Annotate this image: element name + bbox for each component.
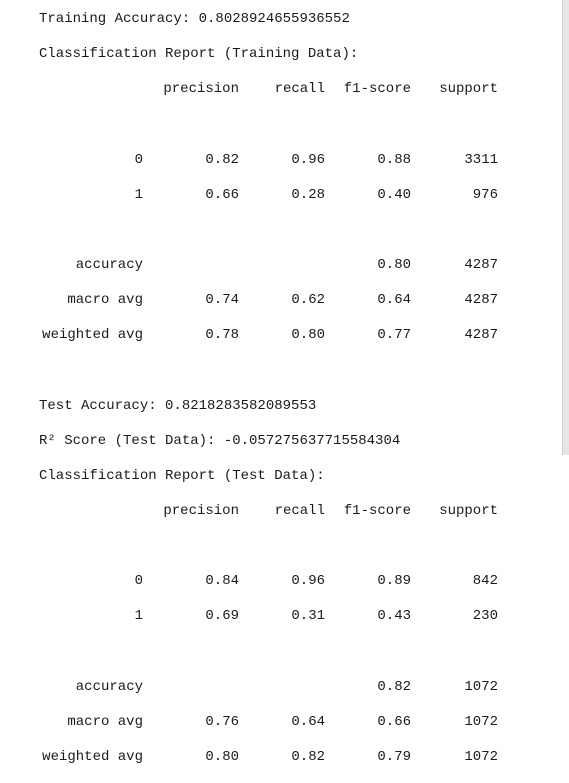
header-f1-score: f1-score [343,81,411,98]
cell-recall: 0.64 [291,713,325,730]
test-row-class-0: 0 0.84 0.96 0.89 842 [39,572,498,591]
cell-f1: 0.89 [377,573,411,590]
cell-f1: 0.66 [377,713,411,730]
header-precision: precision [163,81,239,98]
cell-support: 1072 [464,748,498,765]
cell-support: 976 [472,186,498,203]
cell-f1: 0.82 [377,678,411,695]
row-label: accuracy [75,678,143,695]
row-label: macro avg [67,713,143,730]
cell-f1: 0.79 [377,748,411,765]
training-row-macro-avg: macro avg 0.74 0.62 0.64 4287 [39,291,498,310]
cell-recall: 0.80 [291,327,325,344]
test-row-accuracy: accuracy 0.82 1072 [39,678,498,697]
test-row-class-1: 1 0.69 0.31 0.43 230 [39,607,498,626]
cell-f1: 0.64 [377,292,411,309]
cell-f1: 0.80 [377,256,411,273]
header-support: support [439,81,498,98]
cell-precision: 0.74 [205,292,239,309]
training-row-accuracy: accuracy 0.80 4287 [39,256,498,275]
training-row-class-1: 1 0.66 0.28 0.40 976 [39,186,498,205]
row-label: weighted avg [42,748,143,765]
header-recall: recall [274,81,325,98]
test-r2-score-line: R² Score (Test Data): -0.057275637715584… [39,432,401,449]
header-precision: precision [163,502,239,519]
header-recall: recall [274,502,325,519]
cell-output-text: Training Accuracy: 0.8028924655936552 Cl… [39,10,498,783]
cell-recall: 0.96 [291,151,325,168]
cell-support: 230 [472,608,498,625]
row-label: 0 [134,151,143,168]
cell-f1: 0.43 [377,608,411,625]
cell-precision: 0.69 [205,608,239,625]
training-report-title: Classification Report (Training Data): [39,46,359,63]
test-row-weighted-avg: weighted avg 0.80 0.82 0.79 1072 [39,748,498,767]
test-accuracy-line: Test Accuracy: 0.8218283582089553 [39,397,317,414]
row-label: weighted avg [42,327,143,344]
cell-support: 1072 [464,713,498,730]
test-report-title: Classification Report (Test Data): [39,467,325,484]
training-report-header: precision recall f1-score support [39,80,498,99]
training-row-weighted-avg: weighted avg 0.78 0.80 0.77 4287 [39,326,498,345]
cell-precision: 0.76 [205,713,239,730]
cell-precision: 0.84 [205,573,239,590]
cell-support: 4287 [464,256,498,273]
cell-support: 4287 [464,327,498,344]
cell-precision: 0.80 [205,748,239,765]
cell-support: 3311 [464,151,498,168]
row-label: 0 [134,573,143,590]
training-accuracy-line: Training Accuracy: 0.8028924655936552 [39,11,350,27]
test-row-macro-avg: macro avg 0.76 0.64 0.66 1072 [39,713,498,732]
cell-precision: 0.66 [205,186,239,203]
row-label: 1 [134,186,143,203]
cell-f1: 0.88 [377,151,411,168]
cell-f1: 0.40 [377,186,411,203]
cell-recall: 0.82 [291,748,325,765]
cell-precision: 0.82 [205,151,239,168]
header-support: support [439,502,498,519]
test-report-header: precision recall f1-score support [39,502,498,521]
cell-f1: 0.77 [377,327,411,344]
row-label: accuracy [75,256,143,273]
cell-recall: 0.31 [291,608,325,625]
cell-support: 842 [472,573,498,590]
cell-precision: 0.78 [205,327,239,344]
header-f1-score: f1-score [343,502,411,519]
cell-recall: 0.28 [291,186,325,203]
scrollbar-track[interactable] [562,0,569,455]
notebook-output-cell: Training Accuracy: 0.8028924655936552 Cl… [0,0,569,765]
cell-support: 4287 [464,292,498,309]
training-row-class-0: 0 0.82 0.96 0.88 3311 [39,151,498,170]
cell-recall: 0.96 [291,573,325,590]
cell-support: 1072 [464,678,498,695]
row-label: 1 [134,608,143,625]
row-label: macro avg [67,292,143,309]
cell-recall: 0.62 [291,292,325,309]
